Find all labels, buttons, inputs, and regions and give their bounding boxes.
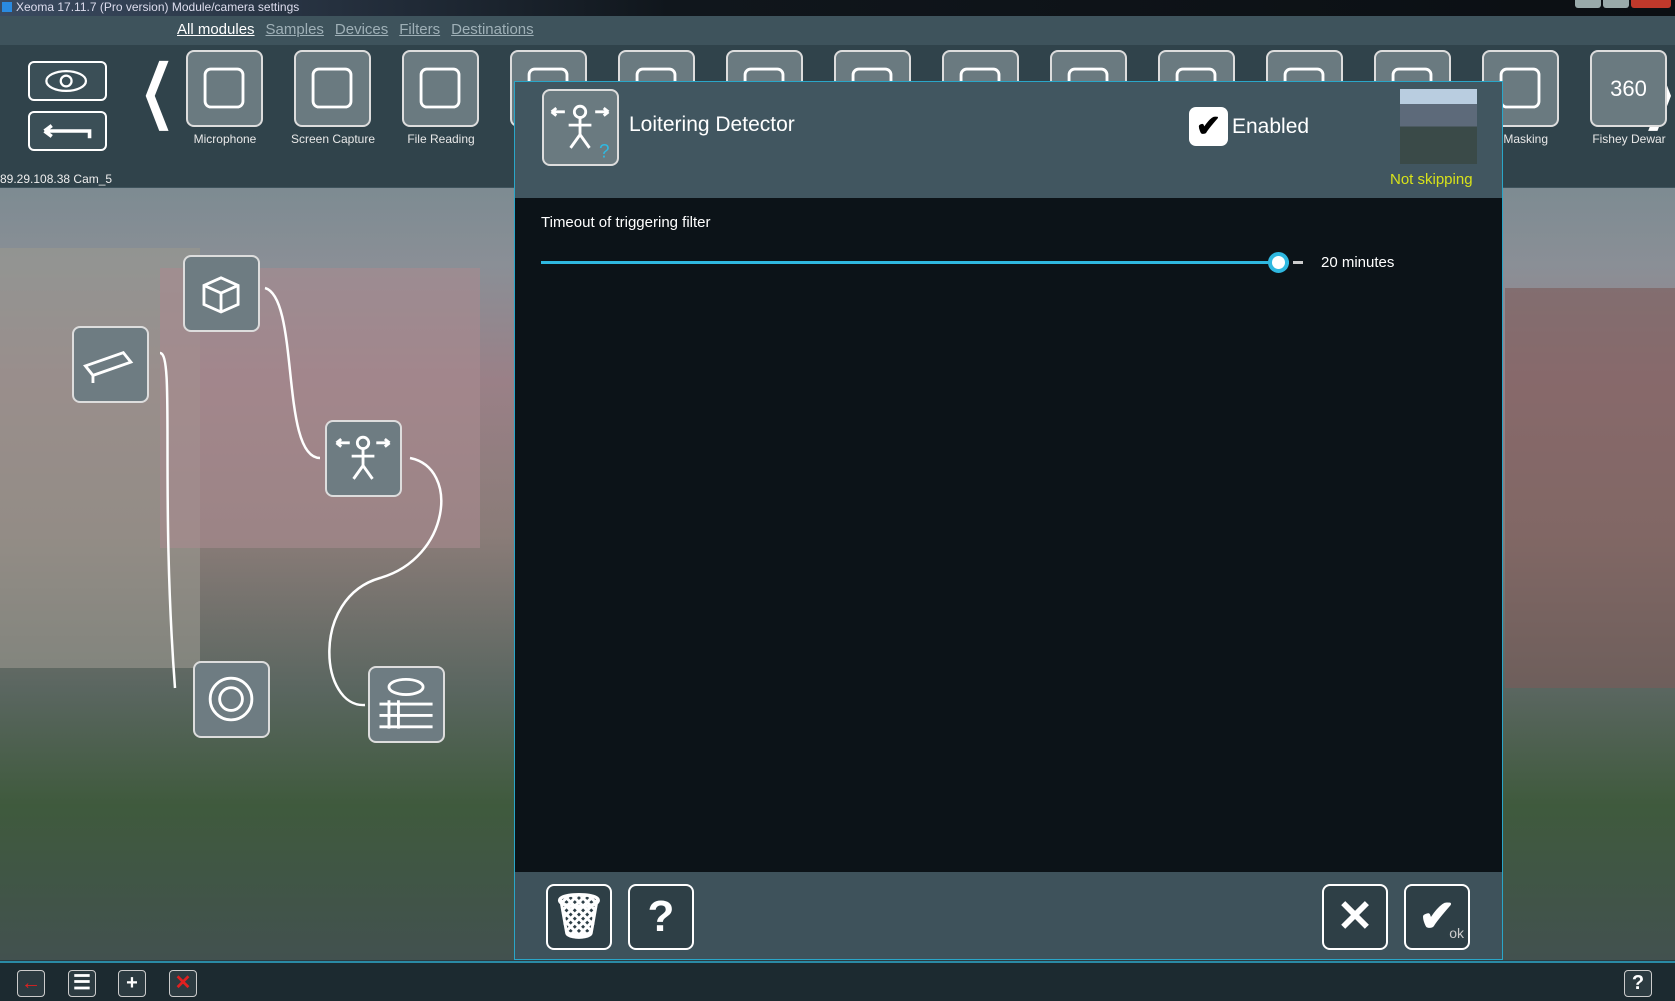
maximize-button[interactable] [1603,0,1629,8]
module-label: Microphone [193,132,257,146]
module-microphone[interactable] [186,50,263,127]
trash-icon: 🗑 [551,892,607,941]
eye-icon [45,69,88,93]
app-icon [2,2,12,12]
add-button[interactable]: + [118,970,146,997]
timeout-slider-rest[interactable] [1293,261,1303,264]
back-button[interactable] [28,111,107,151]
rotation-icon [208,676,254,722]
node-scheduler[interactable] [193,661,270,738]
question-icon: ? [647,892,675,941]
help-bottom-button[interactable]: ? [1624,970,1652,997]
tab-filters[interactable]: Filters [399,21,440,38]
module-label: Screen Capture [290,132,376,146]
loitering-detector-icon: ? [542,89,619,166]
loitering-icon [335,435,391,480]
plus-icon: + [126,972,138,994]
module-screen-capture[interactable] [294,50,371,127]
svg-text:?: ? [599,141,610,162]
preview-archive-icon [379,677,433,729]
list-button[interactable]: ☰ [68,970,96,997]
dialog-title: Loitering Detector [629,113,795,136]
node-loitering-detector[interactable] [325,420,402,497]
camera-icon [83,350,134,383]
exit-button[interactable]: ← [17,970,45,997]
camera-thumbnail [1400,89,1477,164]
timeout-slider-handle[interactable] [1267,252,1289,273]
tab-samples[interactable]: Samples [266,21,324,38]
module-label: Fishey Dewar [1592,132,1666,146]
module-tabs: All modules Samples Devices Filters Dest… [177,21,534,38]
skip-status: Not skipping [1390,171,1473,188]
ok-label: ok [1449,925,1464,941]
module-settings-dialog: ? Loitering Detector ✔ Enabled Not skipp… [514,81,1503,960]
title-bar: Xeoma 17.11.7 (Pro version) Module/camer… [0,0,1675,16]
node-motion-detector[interactable] [183,255,260,332]
list-icon: ☰ [73,972,91,994]
x-icon: ✕ [174,972,192,994]
screen-capture-icon [296,52,369,125]
cancel-button[interactable]: ✕ [1322,884,1388,950]
tab-devices[interactable]: Devices [335,21,388,38]
window-controls [1575,0,1671,8]
close-icon: ✕ [1336,892,1374,941]
enabled-label: Enabled [1232,114,1310,138]
ok-button[interactable]: ✔ ok [1404,884,1470,950]
box-icon [202,276,240,314]
module-fishey-dewar[interactable]: 360 [1590,50,1667,127]
camera-label: 89.29.108.38 Cam_5 [0,172,113,186]
delete-button[interactable]: 🗑 [546,884,612,950]
module-connections [159,286,443,707]
microphone-icon [188,52,261,125]
window-title: Xeoma 17.11.7 (Pro version) Module/camer… [16,0,300,14]
bottom-toolbar: ← ☰ + ✕ ? [0,961,1675,1001]
arrow-left-icon: ← [21,972,41,994]
remove-button[interactable]: ✕ [169,970,197,997]
question-icon: ? [1631,972,1645,994]
scroll-left-button[interactable]: ❮ [140,55,175,125]
fisheye-icon: 360 [1610,75,1647,101]
timeout-slider-track[interactable] [541,261,1289,264]
enabled-checkbox[interactable]: ✔ Enabled [1189,107,1309,146]
tab-all-modules[interactable]: All modules [177,21,255,38]
help-button[interactable]: ? [628,884,694,950]
minimize-button[interactable] [1575,0,1601,8]
timeout-value: 20 minutes [1321,254,1395,271]
module-file-reading[interactable] [402,50,479,127]
dialog-header: ? Loitering Detector ✔ Enabled Not skipp… [515,82,1502,198]
node-preview-archive[interactable] [368,666,445,743]
module-label: File Reading [407,132,475,146]
checkmark-icon: ✔ [1189,107,1228,146]
close-window-button[interactable] [1631,0,1671,8]
file-reading-icon [404,52,477,125]
preview-button[interactable] [28,61,107,101]
node-camera[interactable] [72,326,149,403]
tab-destinations[interactable]: Destinations [451,21,534,38]
dialog-body: Timeout of triggering filter 20 minutes [515,198,1502,872]
return-arrow-icon [43,124,92,139]
timeout-label: Timeout of triggering filter [541,214,711,231]
